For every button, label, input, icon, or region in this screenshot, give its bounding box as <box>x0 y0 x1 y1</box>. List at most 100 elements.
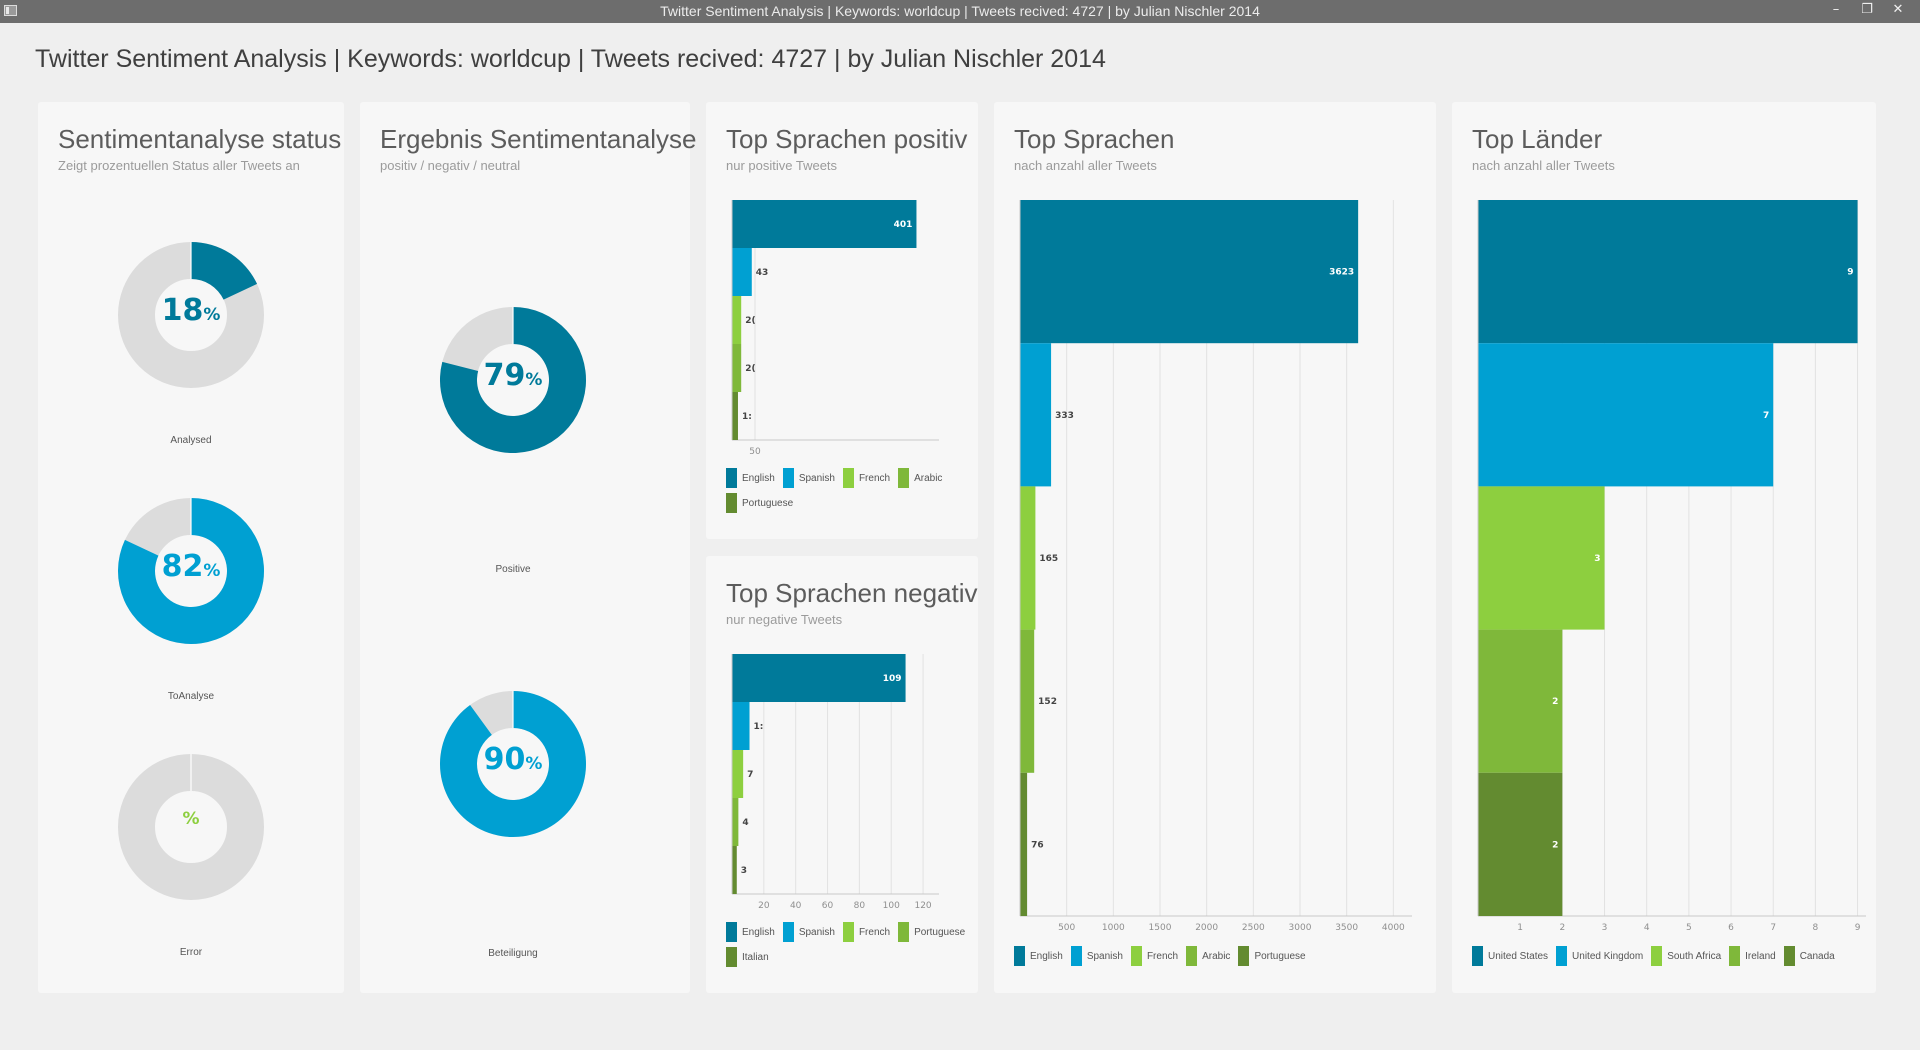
legend-item: Portuguese <box>1238 946 1306 966</box>
legend-item: South Africa <box>1651 946 1721 966</box>
legend-label: Italian <box>742 951 769 963</box>
top-languages-positive-panel: Top Sprachen positiv nur positive Tweets… <box>706 102 978 539</box>
tick-label: 100 <box>883 901 900 911</box>
chart-legend: English Spanish French Arabic Portuguese <box>726 468 966 513</box>
tick-label: 5 <box>1686 923 1692 933</box>
legend-item: English <box>726 922 775 942</box>
data-label: 43 <box>756 268 769 278</box>
legend-label: English <box>742 926 775 938</box>
legend-label: French <box>858 926 891 938</box>
toanalyse-donut: 82% ToAnalyse <box>101 481 281 702</box>
legend-item: English <box>726 468 775 488</box>
legend-swatch <box>1651 946 1663 966</box>
tick-label: 3500 <box>1335 923 1358 933</box>
legend-swatch <box>782 922 794 942</box>
legend-swatch <box>1472 946 1483 966</box>
legend-item: Spanish <box>1070 946 1123 966</box>
bar[interactable] <box>732 296 742 344</box>
data-label: 4 <box>742 818 748 828</box>
bar[interactable] <box>1020 629 1035 773</box>
result-panel: Ergebnis Sentimentanalyse positiv / nega… <box>360 102 697 993</box>
legend-label: French <box>1146 950 1179 962</box>
bar-chart: 20 40 60 80 100 120 109 1: 7 4 3 <box>731 654 939 911</box>
bar[interactable] <box>732 344 742 392</box>
legend-swatch <box>1014 946 1025 966</box>
legend-item: Portuguese <box>898 922 965 942</box>
close-button[interactable]: ✕ <box>1884 0 1912 22</box>
legend-label: Ireland <box>1745 950 1776 962</box>
tick-label: 500 <box>1058 923 1075 933</box>
panel-subtitle: nur positive Tweets <box>726 158 838 173</box>
donut-percentage: 79% <box>483 358 543 393</box>
page-title: Twitter Sentiment Analysis | Keywords: w… <box>35 45 1106 73</box>
legend-swatch <box>1729 946 1741 966</box>
minimize-button[interactable]: – <box>1822 0 1850 22</box>
data-label: 1: <box>742 412 752 422</box>
window-titlebar: Twitter Sentiment Analysis | Keywords: w… <box>0 0 1920 23</box>
data-label: 333 <box>1055 411 1074 421</box>
legend-swatch <box>726 468 737 488</box>
bar[interactable] <box>732 200 917 248</box>
chart-legend: United States United Kingdom South Africa I… <box>1472 946 1872 966</box>
restore-button[interactable]: ❐ <box>1853 0 1881 22</box>
legend-swatch <box>782 468 794 488</box>
legend-label: Arabic <box>914 472 943 484</box>
bar[interactable] <box>1478 200 1858 344</box>
bar[interactable] <box>1020 772 1028 916</box>
tick-label: 8 <box>1813 923 1819 933</box>
legend-item: United Kingdom <box>1556 946 1643 966</box>
bar[interactable] <box>1020 200 1359 344</box>
legend-swatch <box>898 922 910 942</box>
data-label: 2 <box>1552 697 1558 707</box>
legend-swatch <box>898 468 910 488</box>
tick-label: 9 <box>1855 923 1861 933</box>
legend-item: Portuguese <box>726 493 793 513</box>
bar[interactable] <box>732 248 752 296</box>
bar[interactable] <box>1020 486 1036 630</box>
legend-label: South Africa <box>1667 950 1722 962</box>
analysed-donut: 18% Analysed <box>101 225 281 446</box>
bar[interactable] <box>732 798 739 846</box>
legend-item: United States <box>1472 946 1548 966</box>
donut-caption: Beteiligung <box>488 948 538 959</box>
bar[interactable] <box>732 392 738 440</box>
data-label: 152 <box>1038 697 1057 707</box>
donut-caption: Positive <box>495 564 531 575</box>
tick-label: 2000 <box>1195 923 1218 933</box>
legend-item: Arabic <box>1186 946 1230 966</box>
bar[interactable] <box>732 654 906 702</box>
bar[interactable] <box>1478 343 1774 487</box>
panel-title: Ergebnis Sentimentanalyse <box>380 124 697 154</box>
bar[interactable] <box>732 750 744 798</box>
bar[interactable] <box>732 702 750 750</box>
panel-subtitle: nach anzahl aller Tweets <box>1472 158 1615 173</box>
bar-chart: 50 401 43 2(2(1: <box>731 200 939 457</box>
panel-title: Top Sprachen positiv <box>726 124 968 154</box>
legend-label: United Kingdom <box>1572 950 1644 962</box>
bar[interactable] <box>732 846 737 894</box>
donut-caption: ToAnalyse <box>167 691 215 702</box>
tick-label: 40 <box>790 901 802 911</box>
legend-swatch <box>842 468 854 488</box>
tick-label: 50 <box>749 447 761 457</box>
status-panel: Sentimentanalyse status Zeigt prozentuel… <box>38 102 344 993</box>
legend-item: Italian <box>726 947 769 967</box>
panel-subtitle: nur negative Tweets <box>726 612 843 627</box>
bar[interactable] <box>1478 772 1563 916</box>
bar[interactable] <box>1478 486 1605 630</box>
top-countries-panel: Top Länder nach anzahl aller Tweets Unit… <box>1452 102 1876 993</box>
donut-percentage: 90% <box>483 742 543 777</box>
bar[interactable] <box>1478 629 1563 773</box>
legend-item: French <box>842 922 891 942</box>
bar[interactable] <box>1020 343 1052 487</box>
panel-title: Top Sprachen negativ <box>726 578 978 608</box>
tick-label: 1000 <box>1102 923 1125 933</box>
data-label: 9 <box>1847 268 1853 278</box>
legend-label: Spanish <box>1086 950 1123 962</box>
legend-item: French <box>842 468 890 488</box>
legend-swatch <box>1783 946 1795 966</box>
legend-item: English <box>1014 946 1063 966</box>
data-label: 7 <box>747 770 753 780</box>
legend-item: Canada <box>1783 946 1835 966</box>
panel-title: Sentimentanalyse status <box>58 124 342 154</box>
